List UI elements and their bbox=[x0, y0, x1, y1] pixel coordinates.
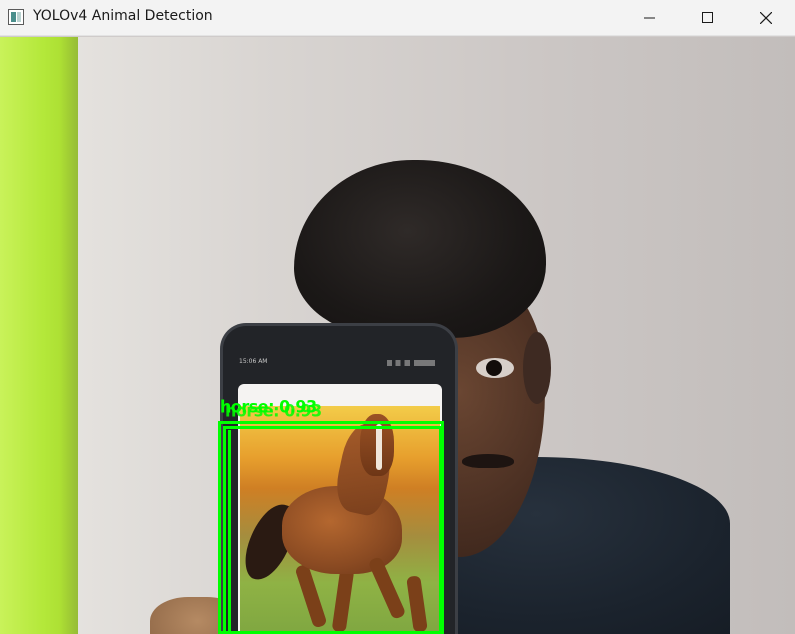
person-eye bbox=[476, 358, 514, 378]
minimize-icon bbox=[644, 17, 655, 19]
person-mustache bbox=[462, 454, 514, 468]
title-bar[interactable]: YOLOv4 Animal Detection bbox=[0, 0, 795, 36]
minimize-button[interactable] bbox=[621, 0, 679, 36]
detection-bounding-box-edge bbox=[228, 430, 234, 634]
detection-label: horse: 0.93 bbox=[220, 396, 317, 417]
phone-status-icons bbox=[387, 360, 435, 366]
wall-background bbox=[0, 37, 78, 634]
phone-status-bar: 15:06 AM bbox=[237, 358, 437, 372]
close-icon bbox=[760, 12, 772, 24]
maximize-icon bbox=[702, 12, 713, 23]
window-title: YOLOv4 Animal Detection bbox=[33, 8, 213, 24]
person-ear bbox=[523, 332, 551, 404]
opencv-window-icon bbox=[8, 9, 24, 25]
close-button[interactable] bbox=[737, 0, 795, 36]
maximize-button[interactable] bbox=[679, 0, 737, 36]
app-window: YOLOv4 Animal Detection 15:06 AM horse: … bbox=[0, 0, 795, 634]
detection-bounding-box bbox=[223, 426, 442, 634]
webcam-video-frame: 15:06 AM horse: 0.93 horse: 0.93 bbox=[0, 37, 795, 634]
person-hair bbox=[294, 160, 546, 338]
phone-status-time: 15:06 AM bbox=[239, 358, 268, 365]
